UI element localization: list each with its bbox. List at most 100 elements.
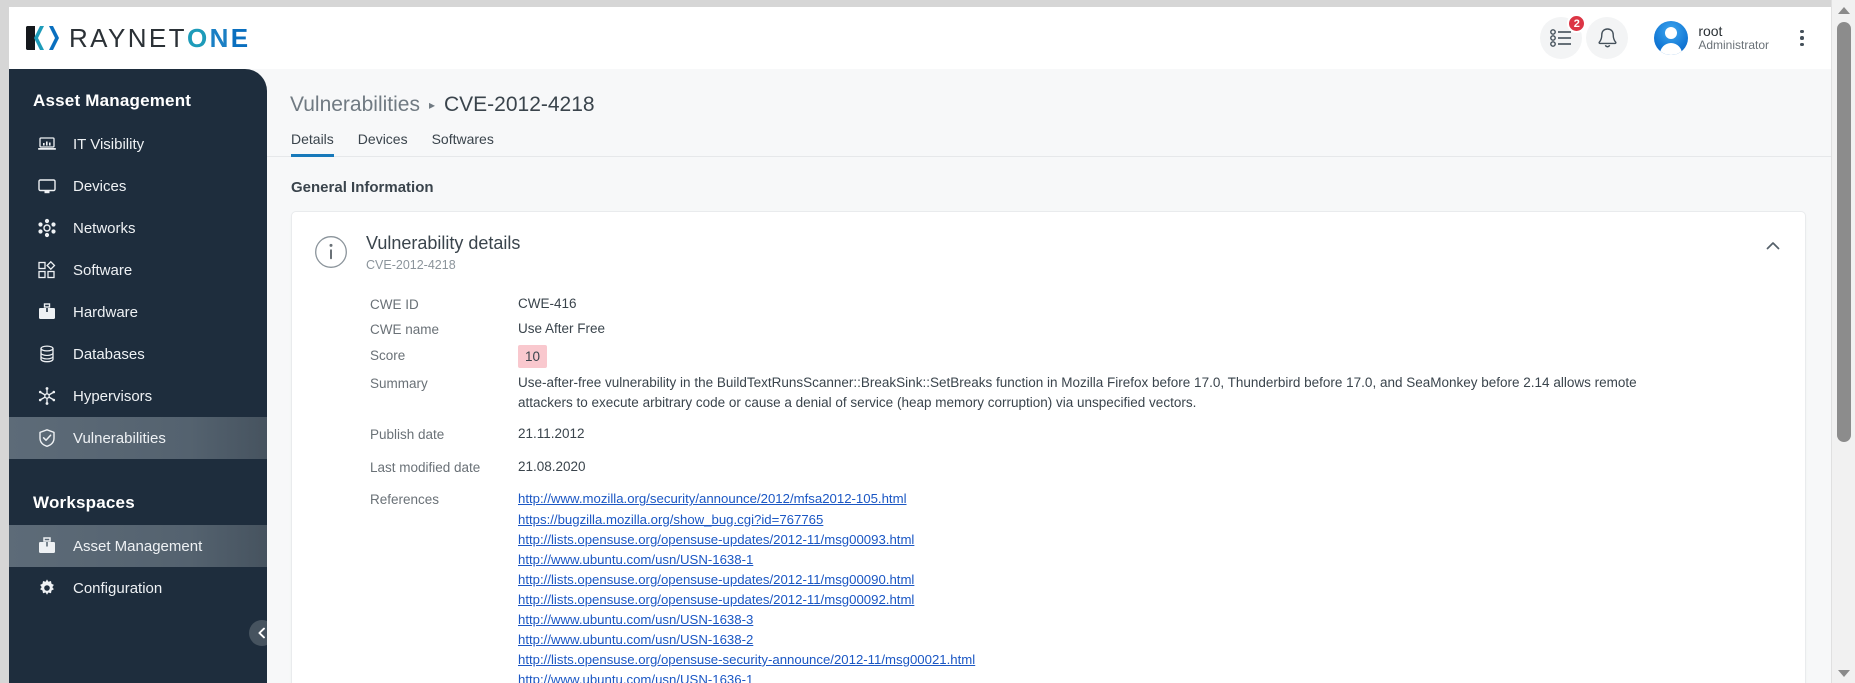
task-list-icon <box>1550 29 1572 47</box>
card-title: Vulnerability details <box>366 233 521 253</box>
page-scrollbar[interactable] <box>1831 0 1855 683</box>
toolbox-icon <box>39 303 55 319</box>
gear-icon <box>40 579 54 595</box>
card-subtitle: CVE-2012-4218 <box>366 257 456 272</box>
sidebar-item-label: Asset Management <box>73 537 203 555</box>
field-label: References <box>370 492 440 508</box>
reference-link[interactable]: http://lists.opensuse.org/opensuse-updat… <box>518 590 976 610</box>
field-label: CWE ID <box>370 296 419 312</box>
reference-link-list: http://www.mozilla.org/security/announce… <box>518 489 976 683</box>
reference-link[interactable]: http://www.ubuntu.com/usn/USN-1636-1 <box>518 670 976 683</box>
user-menu[interactable]: root Administrator <box>1654 21 1769 55</box>
reference-link[interactable]: http://www.ubuntu.com/usn/USN-1638-2 <box>518 630 976 650</box>
chevron-up-icon <box>1766 242 1780 250</box>
logo-text-o: O <box>186 22 210 53</box>
sidebar-item-vulnerabilities[interactable]: Vulnerabilities <box>9 417 267 459</box>
vulnerability-details-card: Vulnerability details CVE-2012-4218 CWE … <box>291 211 1806 683</box>
logo-text-n: N <box>209 22 231 53</box>
scroll-up-arrow-icon <box>1838 6 1850 14</box>
sidebar-item-hypervisors[interactable]: Hypervisors <box>9 375 267 417</box>
field-label: Summary <box>370 376 428 392</box>
sidebar-item-networks[interactable]: Networks <box>9 207 267 249</box>
brand-logo-text: RAYNETONE <box>69 23 251 54</box>
reference-link[interactable]: https://bugzilla.mozilla.org/show_bug.cg… <box>518 510 976 530</box>
reference-link[interactable]: http://www.mozilla.org/security/announce… <box>518 489 976 509</box>
header-actions: 2 root Administrator <box>1540 14 1817 59</box>
header-overflow-menu-button[interactable] <box>1787 18 1817 58</box>
tab-details[interactable]: Details <box>291 131 334 157</box>
reference-link[interactable]: http://lists.opensuse.org/opensuse-updat… <box>518 530 976 550</box>
scroll-down-arrow-icon <box>1838 669 1850 677</box>
network-nodes-icon <box>38 218 56 238</box>
field-label: Score <box>370 347 406 363</box>
field-value: Use-after-free vulnerability in the Buil… <box>518 375 1637 410</box>
reference-link[interactable]: http://lists.opensuse.org/opensuse-secur… <box>518 650 976 670</box>
sidebar-item-label: Databases <box>73 345 145 363</box>
field-references: References http://www.mozilla.org/securi… <box>370 489 1783 683</box>
user-meta: root Administrator <box>1698 23 1769 53</box>
sidebar-workspaces-title: Workspaces <box>33 493 135 512</box>
briefcase-icon <box>39 537 55 553</box>
field-publish-date: Publish date 21.11.2012 <box>370 424 1783 445</box>
tasks-button[interactable]: 2 <box>1540 14 1587 59</box>
chevron-left-icon <box>258 627 265 639</box>
sidebar-collapse-button[interactable] <box>249 620 267 646</box>
reference-link[interactable]: http://www.ubuntu.com/usn/USN-1638-3 <box>518 610 976 630</box>
sidebar-item-it-visibility[interactable]: IT Visibility <box>9 123 267 165</box>
user-name: root <box>1698 23 1723 40</box>
sidebar-workspace-asset-management[interactable]: Asset Management <box>9 525 267 567</box>
window-frame-left-edge <box>0 0 9 683</box>
field-label: CWE name <box>370 322 440 338</box>
field-label: Publish date <box>370 427 445 443</box>
brand-logo[interactable]: RAYNETONE <box>25 23 251 54</box>
user-avatar-icon <box>1654 21 1689 55</box>
software-blocks-icon <box>38 260 56 279</box>
shield-check-icon <box>39 429 55 447</box>
sidebar-item-devices[interactable]: Devices <box>9 165 267 207</box>
bell-icon <box>1598 28 1617 48</box>
scrollbar-up-button[interactable] <box>1832 0 1855 20</box>
reference-link[interactable]: http://www.ubuntu.com/usn/USN-1638-1 <box>518 550 976 570</box>
field-value: 21.11.2012 <box>518 426 585 442</box>
breadcrumb-separator-icon: ▸ <box>428 98 435 112</box>
database-icon <box>40 345 54 363</box>
tab-softwares[interactable]: Softwares <box>432 131 494 156</box>
sidebar-item-label: Vulnerabilities <box>73 429 166 447</box>
tab-devices[interactable]: Devices <box>358 131 408 156</box>
field-value: 10 <box>518 344 548 369</box>
field-value: Use After Free <box>518 321 606 337</box>
scrollbar-thumb[interactable] <box>1837 22 1851 442</box>
info-circle-icon <box>315 236 347 268</box>
laptop-chart-icon <box>38 137 56 150</box>
detail-fields: CWE ID CWE-416 CWE name Use After Free S… <box>292 278 1805 683</box>
sidebar: Asset Management IT Visibility Devices N… <box>9 69 267 683</box>
sidebar-item-label: Devices <box>73 177 127 195</box>
hypervisor-snowflake-icon <box>38 387 56 405</box>
card-collapse-button[interactable] <box>1763 236 1783 256</box>
card-header: Vulnerability details CVE-2012-4218 <box>292 212 1805 278</box>
sidebar-item-label: Hardware <box>73 303 139 321</box>
breadcrumb-current: CVE-2012-4218 <box>444 93 595 116</box>
sidebar-section-title: Asset Management <box>33 91 192 110</box>
field-cwe-id: CWE ID CWE-416 <box>370 294 1783 315</box>
sidebar-item-hardware[interactable]: Hardware <box>9 291 267 333</box>
field-label: Last modified date <box>370 459 481 475</box>
field-value: 21.08.2020 <box>518 458 586 474</box>
logo-text-e: E <box>230 22 251 53</box>
sidebar-item-software[interactable]: Software <box>9 249 267 291</box>
sidebar-item-databases[interactable]: Databases <box>9 333 267 375</box>
notifications-button[interactable] <box>1586 17 1629 59</box>
monitor-icon <box>38 179 56 194</box>
window-frame-top-edge <box>0 0 1855 7</box>
section-title-general-information: General Information <box>291 179 434 196</box>
tab-bar: Details Devices Softwares <box>267 117 1831 157</box>
sidebar-item-label: Networks <box>73 219 136 237</box>
sidebar-workspace-configuration[interactable]: Configuration <box>9 567 267 609</box>
application-window: RAYNETONE 2 root Administrator Asset Man… <box>0 0 1855 683</box>
breadcrumb-parent-link[interactable]: Vulnerabilities <box>290 93 420 117</box>
reference-link[interactable]: http://lists.opensuse.org/opensuse-updat… <box>518 570 976 590</box>
sidebar-item-label: IT Visibility <box>73 135 145 153</box>
sidebar-item-label: Hypervisors <box>73 387 153 405</box>
app-header: RAYNETONE 2 root Administrator <box>9 7 1831 69</box>
scrollbar-down-button[interactable] <box>1832 663 1855 683</box>
